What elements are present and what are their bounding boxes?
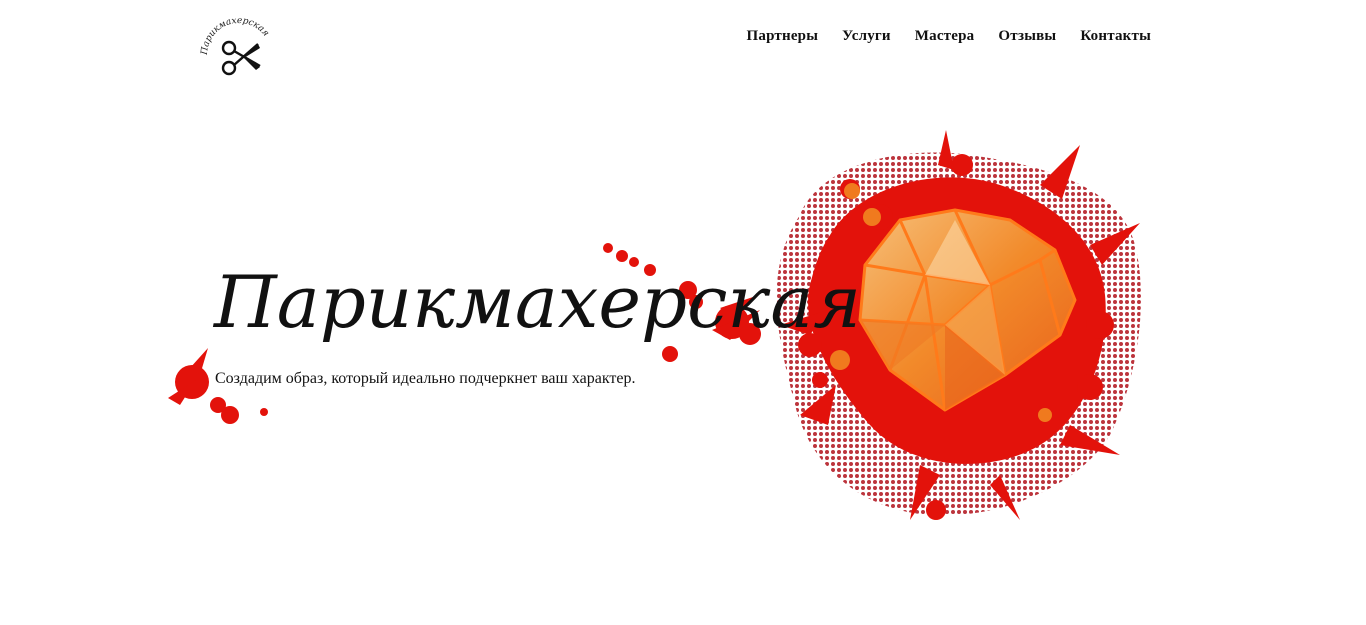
logo[interactable]: Парикмахерская [194,14,284,96]
site-header: Парикмахерская Партнеры Услуги Мастера О… [0,0,1366,100]
nav-contacts[interactable]: Контакты [1080,26,1151,46]
hero-subtitle: Создадим образ, который идеально подчерк… [215,370,636,387]
nav-partners[interactable]: Партнеры [747,26,819,46]
nav-reviews[interactable]: Отзывы [998,26,1056,46]
section-divider-ornament [232,618,252,625]
main-nav: Партнеры Услуги Мастера Отзывы Контакты [747,26,1152,46]
nav-services[interactable]: Услуги [842,26,891,46]
scissors-icon: Парикмахерская [200,16,271,76]
nav-masters[interactable]: Мастера [915,26,975,46]
hero-title: Парикмахерская [214,260,862,344]
